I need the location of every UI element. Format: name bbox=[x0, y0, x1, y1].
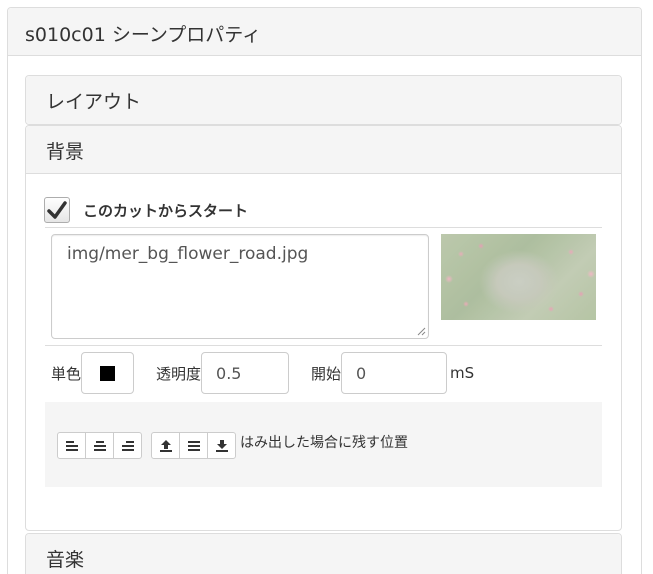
start-from-this-cut-label: このカットからスタート bbox=[83, 201, 249, 220]
align-bottom-icon bbox=[215, 439, 228, 452]
start-from-this-cut-checkbox[interactable] bbox=[44, 197, 70, 223]
opacity-label: 透明度 bbox=[156, 364, 202, 383]
resize-handle-icon[interactable] bbox=[417, 327, 426, 336]
solid-color-label: 単色 bbox=[51, 364, 82, 383]
background-panel-header[interactable]: 背景 bbox=[26, 126, 621, 174]
horizontal-align-group bbox=[57, 432, 142, 459]
layout-panel-header[interactable]: レイアウト bbox=[26, 76, 621, 124]
align-center-icon bbox=[93, 440, 106, 451]
music-panel[interactable]: 音楽 bbox=[25, 533, 622, 574]
align-center-button[interactable] bbox=[85, 432, 114, 459]
divider bbox=[45, 345, 602, 346]
align-middle-button[interactable] bbox=[179, 432, 208, 459]
align-right-icon bbox=[121, 440, 134, 451]
align-top-button[interactable] bbox=[151, 432, 180, 459]
align-right-button[interactable] bbox=[113, 432, 142, 459]
start-label: 開始 bbox=[311, 364, 342, 383]
align-middle-icon bbox=[187, 440, 200, 451]
layout-panel[interactable]: レイアウト bbox=[25, 75, 622, 125]
music-panel-header[interactable]: 音楽 bbox=[26, 534, 621, 574]
overflow-position-label: はみ出した場合に残す位置 bbox=[240, 435, 408, 451]
checkmark-icon bbox=[47, 201, 67, 219]
align-left-icon bbox=[65, 440, 78, 451]
color-swatch bbox=[100, 365, 116, 381]
vertical-align-group bbox=[151, 432, 236, 459]
background-thumbnail-image[interactable] bbox=[441, 234, 596, 320]
align-bottom-button[interactable] bbox=[207, 432, 236, 459]
opacity-input[interactable]: 0.5 bbox=[201, 352, 290, 394]
start-unit: mS bbox=[450, 364, 475, 382]
color-opacity-start-row: 単色 透明度 0.5 開始 0 mS bbox=[51, 352, 474, 394]
solid-color-picker[interactable] bbox=[81, 352, 135, 394]
divider bbox=[45, 227, 602, 228]
start-from-this-cut-option[interactable]: このカットからスタート bbox=[44, 194, 248, 226]
image-path-value: img/mer_bg_flower_road.jpg bbox=[67, 244, 309, 264]
align-left-button[interactable] bbox=[57, 432, 86, 459]
align-top-icon bbox=[159, 439, 172, 452]
start-input[interactable]: 0 bbox=[341, 352, 448, 394]
window-title: s010c01 シーンプロパティ bbox=[8, 8, 641, 56]
image-path-textarea[interactable]: img/mer_bg_flower_road.jpg bbox=[51, 234, 429, 339]
